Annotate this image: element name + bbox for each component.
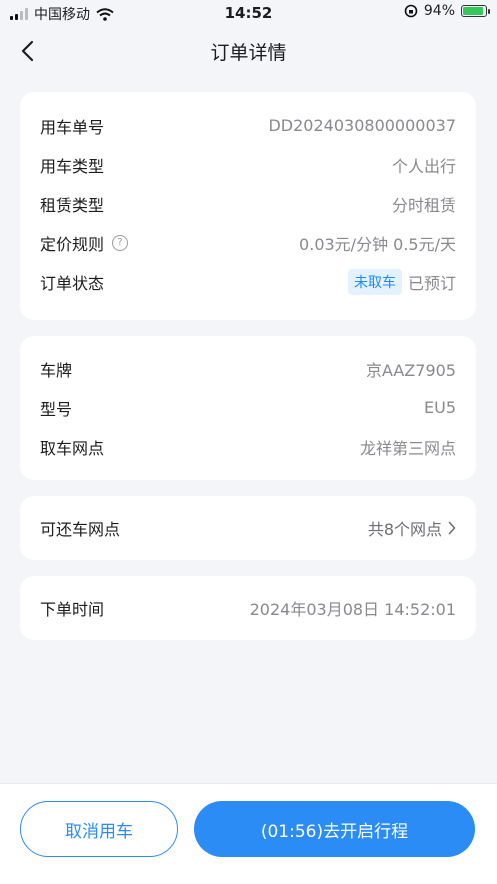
- battery-icon: [461, 5, 490, 17]
- model-label: 型号: [40, 399, 73, 419]
- plate-value: 京AAZ7905: [365, 360, 456, 380]
- pricing-rule-value: 0.03元/分钟 0.5元/天: [299, 234, 456, 254]
- return-points-label: 可还车网点: [40, 519, 121, 539]
- car-use-type-value: 个人出行: [391, 156, 456, 176]
- order-time-row: 下单时间 2024年03月08日 14:52:01: [40, 588, 456, 627]
- pickup-point-label: 取车网点: [40, 438, 105, 458]
- order-number-value: DD2024030800000037: [268, 116, 456, 135]
- status-bar: 中国移动 14:52 94%: [0, 0, 497, 26]
- model-value: EU5: [424, 398, 456, 417]
- order-status-value-wrap: 未取车 已预订: [347, 268, 456, 295]
- order-status-row: 订单状态 未取车 已预订: [40, 262, 456, 301]
- nav-bar: 订单详情: [0, 30, 497, 74]
- order-status-value: 已预订: [407, 273, 456, 293]
- battery-percent: 94%: [423, 3, 455, 19]
- pickup-point-value: 龙祥第三网点: [359, 438, 456, 458]
- chevron-right-icon: [448, 521, 456, 534]
- pricing-rule-row: 定价规则 ? 0.03元/分钟 0.5元/天: [40, 223, 456, 262]
- order-number-row: 用车单号 DD2024030800000037: [40, 106, 456, 145]
- model-row: 型号 EU5: [40, 388, 456, 427]
- return-points-card[interactable]: 可还车网点 共8个网点: [20, 496, 476, 560]
- pickup-point-row: 取车网点 龙祥第三网点: [40, 427, 456, 466]
- car-use-type-label: 用车类型: [40, 156, 105, 176]
- status-right: 94%: [404, 3, 490, 19]
- order-number-label: 用车单号: [40, 117, 105, 137]
- order-time-label: 下单时间: [40, 599, 105, 619]
- cancel-car-button[interactable]: 取消用车: [20, 801, 178, 857]
- plate-row: 车牌 京AAZ7905: [40, 349, 456, 388]
- help-icon[interactable]: ?: [112, 234, 129, 251]
- footer-bar: 取消用车 (01:56)去开启行程: [0, 783, 497, 884]
- return-points-value-wrap: 共8个网点: [368, 516, 456, 540]
- page-title: 订单详情: [210, 42, 287, 64]
- plate-label: 车牌: [40, 360, 73, 380]
- car-info-card: 车牌 京AAZ7905 型号 EU5 取车网点 龙祥第三网点: [20, 336, 476, 480]
- return-points-row[interactable]: 可还车网点 共8个网点: [40, 508, 456, 547]
- pricing-rule-label-wrap: 定价规则 ?: [40, 231, 129, 255]
- lease-type-value: 分时租赁: [391, 195, 456, 215]
- order-time-card: 下单时间 2024年03月08日 14:52:01: [20, 576, 476, 640]
- order-status-label: 订单状态: [40, 273, 105, 293]
- rotation-lock-icon: [404, 4, 418, 18]
- order-info-card: 用车单号 DD2024030800000037 用车类型 个人出行 租赁类型 分…: [20, 92, 476, 320]
- start-trip-button[interactable]: (01:56)去开启行程: [194, 801, 475, 857]
- lease-type-label: 租赁类型: [40, 195, 105, 215]
- lease-type-row: 租赁类型 分时租赁: [40, 184, 456, 223]
- return-points-value: 共8个网点: [367, 519, 442, 539]
- pricing-rule-label: 定价规则: [40, 234, 105, 254]
- car-use-type-row: 用车类型 个人出行: [40, 145, 456, 184]
- status-badge: 未取车: [347, 268, 402, 295]
- order-time-value: 2024年03月08日 14:52:01: [249, 599, 456, 619]
